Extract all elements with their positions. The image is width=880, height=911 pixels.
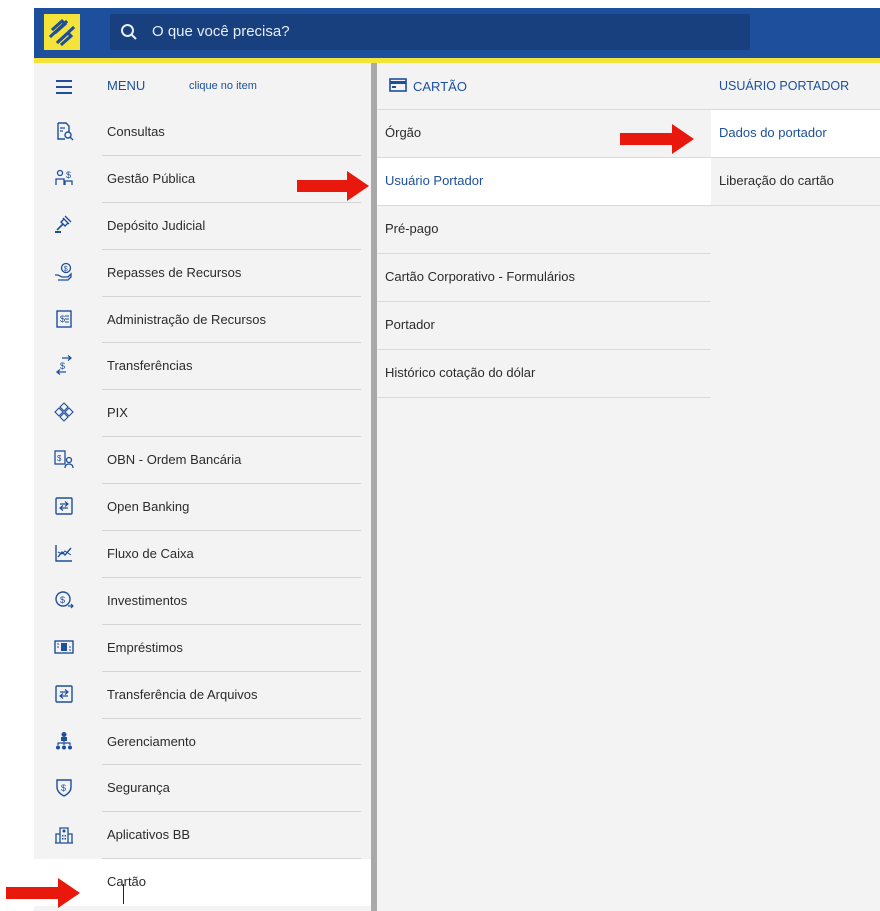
pix-icon: [54, 402, 74, 423]
annotation-arrow-icon: [6, 878, 80, 908]
ledger-icon: $: [56, 309, 72, 328]
menu-item-label: Investimentos: [107, 592, 188, 608]
menu-item-label: PIX: [107, 405, 128, 421]
submenu-title: USUÁRIO PORTADOR: [719, 79, 850, 93]
svg-text:$: $: [57, 454, 62, 463]
menu-item-investimentos[interactable]: $ Investimentos: [34, 578, 371, 625]
menu-item-consultas[interactable]: Consultas: [34, 109, 371, 156]
menu-list: Consultas $ Gestão Pública Depósito Judi…: [34, 109, 371, 907]
coin-growth-icon: $: [55, 591, 74, 609]
transfer-money-icon: $: [55, 355, 73, 376]
menu-item-open-banking[interactable]: Open Banking: [34, 484, 371, 532]
menu-item-fluxo-de-caixa[interactable]: Fluxo de Caixa: [34, 531, 371, 578]
menu-item-label: Cartão: [107, 874, 147, 890]
menu-item-label: Empréstimos: [107, 639, 183, 655]
submenu-item-label: Portador: [385, 317, 435, 332]
menu-header: MENU clique no item: [34, 63, 371, 109]
gavel-icon: [55, 215, 72, 233]
menu-item-label: Fluxo de Caixa: [107, 546, 194, 562]
submenu-item-portador[interactable]: Portador: [377, 302, 711, 350]
menu-item-label: Gerenciamento: [107, 733, 196, 749]
menu-item-transferencia-de-arquivos[interactable]: Transferência de Arquivos: [34, 672, 371, 719]
submenu-item-usuario-portador[interactable]: Usuário Portador: [377, 158, 711, 206]
menu-item-repasses-de-recursos[interactable]: $ Repasses de Recursos: [34, 250, 371, 297]
menu-item-administracao-de-recursos[interactable]: $ Administração de Recursos: [34, 297, 371, 344]
submenu-header: USUÁRIO PORTADOR: [711, 63, 880, 110]
svg-text:$: $: [60, 361, 65, 371]
submenu-item-label: Histórico cotação do dólar: [385, 365, 536, 380]
chart-line-icon: [55, 545, 72, 562]
menu-item-deposito-judicial[interactable]: Depósito Judicial: [34, 203, 371, 250]
annotation-arrow-icon: [297, 171, 369, 201]
org-chart-icon: [56, 731, 72, 750]
menu-hint: clique no item: [189, 80, 257, 92]
submenu-item-label: Liberação do cartão: [719, 173, 834, 188]
submenu-item-label: Órgão: [385, 125, 422, 140]
search-bar[interactable]: O que você precisa?: [110, 14, 750, 50]
menu-item-emprestimos[interactable]: Empréstimos: [34, 625, 371, 672]
menu-item-label: Transferência de Arquivos: [107, 686, 258, 702]
text-cursor: [123, 884, 124, 904]
submenu-item-label: Cartão Corporativo - Formulários: [385, 269, 576, 284]
document-search-icon: [57, 122, 74, 141]
order-bank-icon: $: [54, 450, 74, 469]
menu-item-gerenciamento[interactable]: Gerenciamento: [34, 719, 371, 766]
svg-text:$: $: [61, 783, 66, 793]
submenu-title: CARTÃO: [413, 79, 467, 94]
menu-item-label: Transferências: [107, 358, 193, 374]
file-exchange-icon: [55, 684, 73, 703]
menu-item-label: Gestão Pública: [107, 170, 196, 186]
menu-item-cartao[interactable]: Cartão: [34, 859, 371, 907]
submenu-item-label: Dados do portador: [719, 125, 827, 140]
svg-text:$: $: [64, 266, 68, 273]
menu-item-label: Administração de Recursos: [107, 311, 266, 327]
menu-item-label: Aplicativos BB: [107, 827, 191, 843]
menu-item-label: Repasses de Recursos: [107, 264, 242, 280]
shield-money-icon: $: [56, 779, 72, 798]
submenu-item-cartao-corporativo[interactable]: Cartão Corporativo - Formulários: [377, 254, 711, 302]
menu-item-seguranca[interactable]: $ Segurança: [34, 765, 371, 813]
submenu-usuario-portador: USUÁRIO PORTADOR Dados do portador Liber…: [711, 63, 880, 911]
submenu-header: CARTÃO: [377, 63, 711, 110]
svg-text:$: $: [60, 595, 65, 605]
exchange-square-icon: [55, 497, 73, 515]
card-icon: [389, 78, 407, 92]
search-icon: [121, 24, 137, 40]
menu-item-label: Consultas: [107, 124, 165, 139]
submenu-item-label: Pré-pago: [385, 221, 439, 236]
menu-item-obn[interactable]: $ OBN - Ordem Bancária: [34, 437, 371, 485]
submenu-cartao: CARTÃO Órgão Usuário Portador Pré-pago C…: [377, 63, 712, 911]
svg-text:$: $: [66, 170, 71, 180]
svg-text:$: $: [60, 314, 65, 324]
submenu-item-label: Usuário Portador: [385, 173, 484, 188]
banknote-icon: [54, 640, 74, 654]
building-icon: [55, 827, 73, 845]
menu-item-label: OBN - Ordem Bancária: [107, 452, 242, 468]
submenu-item-liberacao-do-cartao[interactable]: Liberação do cartão: [711, 158, 880, 206]
menu-item-aplicativos-bb[interactable]: Aplicativos BB: [34, 812, 371, 860]
menu-item-label: Depósito Judicial: [107, 217, 206, 233]
menu-title: MENU: [107, 78, 146, 93]
people-money-icon: $: [55, 169, 73, 185]
submenu-item-historico-cotacao[interactable]: Histórico cotação do dólar: [377, 350, 711, 398]
menu-item-label: Open Banking: [107, 499, 190, 515]
annotation-arrow-icon: [620, 124, 694, 154]
submenu-list: Dados do portador Liberação do cartão: [711, 110, 880, 206]
hamburger-icon[interactable]: [56, 80, 72, 98]
submenu-item-dados-do-portador[interactable]: Dados do portador: [711, 110, 880, 158]
search-input[interactable]: O que você precisa?: [152, 23, 290, 40]
menu-item-transferencias[interactable]: $ Transferências: [34, 343, 371, 391]
bb-logo[interactable]: [44, 14, 80, 50]
menu-item-label: Segurança: [107, 780, 170, 796]
menu-item-pix[interactable]: PIX: [34, 390, 371, 438]
top-bar: O que você precisa?: [34, 8, 880, 58]
hand-coin-icon: $: [55, 262, 72, 281]
submenu-item-pre-pago[interactable]: Pré-pago: [377, 206, 711, 254]
